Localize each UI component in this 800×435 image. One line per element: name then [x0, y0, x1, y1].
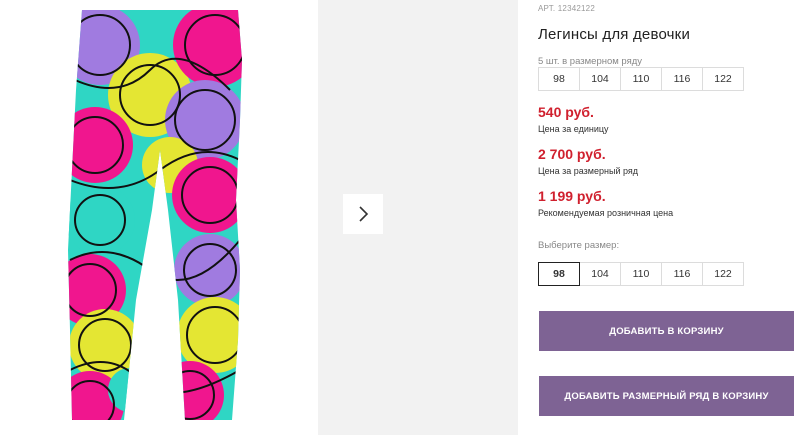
unit-price-label: Цена за единицу [538, 124, 609, 134]
size-row-list: 98 104 110 116 122 [538, 67, 744, 91]
unit-price: 540 руб. [538, 104, 594, 120]
size-row-item: 110 [620, 67, 662, 91]
size-option-104[interactable]: 104 [579, 262, 621, 286]
article-label: АРТ. [538, 4, 556, 13]
size-row-item: 104 [579, 67, 621, 91]
size-row-item: 98 [538, 67, 580, 91]
product-info: АРТ. 12342122 Легинсы для девочки 5 шт. … [538, 0, 800, 435]
size-row-item: 116 [661, 67, 703, 91]
product-title: Легинсы для девочки [538, 26, 691, 43]
size-option-122[interactable]: 122 [702, 262, 744, 286]
size-row-item: 122 [702, 67, 744, 91]
gallery-next-button[interactable] [343, 194, 383, 234]
add-size-row-to-cart-button[interactable]: ДОБАВИТЬ РАЗМЕРНЫЙ РЯД В КОРЗИНУ [539, 376, 794, 416]
add-to-cart-button[interactable]: ДОБАВИТЬ В КОРЗИНУ [539, 311, 794, 351]
size-option-110[interactable]: 110 [620, 262, 662, 286]
leggings-product-image [68, 10, 242, 420]
size-row-price: 2 700 руб. [538, 146, 606, 162]
article-number: АРТ. 12342122 [538, 4, 595, 13]
size-selector: 98 104 110 116 122 [538, 262, 744, 286]
size-option-116[interactable]: 116 [661, 262, 703, 286]
product-gallery [0, 0, 318, 435]
retail-price: 1 199 руб. [538, 188, 606, 204]
article-value: 12342122 [557, 4, 595, 13]
size-row-price-label: Цена за размерный ряд [538, 166, 639, 176]
size-select-label: Выберите размер: [538, 240, 620, 251]
size-row-note: 5 шт. в размерном ряду [538, 56, 643, 67]
chevron-right-icon [359, 206, 369, 222]
size-option-98[interactable]: 98 [538, 262, 580, 286]
retail-price-label: Рекомендуемая розничная цена [538, 208, 674, 218]
